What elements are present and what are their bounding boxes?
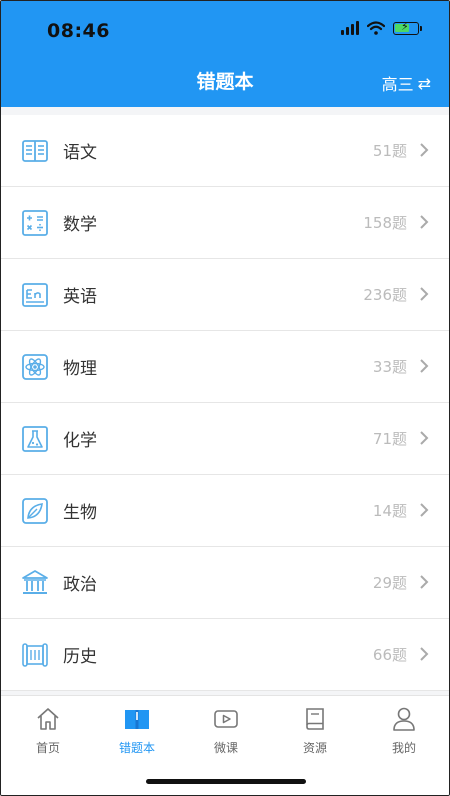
subject-name: 政治 [63, 575, 97, 595]
chevron-right-icon [420, 359, 429, 373]
grade-switch-button[interactable]: 高三 ⇄ [382, 71, 431, 95]
tab-mine[interactable]: 我的 [359, 706, 449, 762]
tab-resources[interactable]: 资源 [270, 706, 360, 762]
subject-name: 化学 [63, 431, 97, 451]
grade-label: 高三 [381, 75, 414, 94]
chevron-right-icon [420, 143, 429, 157]
subject-count: 33题 [372, 358, 407, 376]
subject-name: 生物 [63, 503, 97, 523]
home-indicator [146, 779, 306, 784]
subject-count: 236题 [363, 286, 407, 304]
math-operators-icon [22, 210, 48, 236]
subject-row-history[interactable]: 历史 66题 [1, 619, 449, 691]
subject-name: 物理 [63, 359, 97, 379]
subject-count: 158题 [363, 214, 407, 232]
subject-count: 29题 [372, 574, 407, 592]
leaf-icon [22, 498, 48, 524]
tab-home[interactable]: 首页 [3, 706, 93, 762]
switch-icon: ⇄ [417, 73, 431, 93]
scroll-icon [22, 643, 48, 667]
tab-label: 首页 [35, 741, 60, 755]
en-letters-icon [22, 283, 48, 307]
tab-micro-lesson[interactable]: 微课 [181, 706, 271, 762]
app-frame: 08:46 ⚡ 错题本 高三 ⇄ 语文 51题 数学 158题 英语 236题 … [0, 0, 450, 796]
subject-row-biology[interactable]: 生物 14题 [1, 475, 449, 547]
subject-count: 71题 [372, 430, 407, 448]
battery-icon: ⚡ [393, 20, 422, 35]
signal-icon [341, 21, 359, 35]
chevron-right-icon [420, 647, 429, 661]
subject-name: 历史 [63, 647, 97, 667]
chevron-right-icon [420, 431, 429, 445]
video-play-icon [214, 710, 238, 728]
subject-count: 51题 [372, 142, 407, 160]
subject-count: 66题 [372, 646, 407, 664]
status-time: 08:46 [47, 20, 110, 42]
wifi-icon [367, 21, 385, 35]
subject-list: 语文 51题 数学 158题 英语 236题 物理 33题 化学 71题 生物 … [1, 115, 449, 691]
flask-icon [22, 426, 48, 452]
status-icons: ⚡ [341, 20, 422, 35]
chevron-right-icon [420, 503, 429, 517]
tab-label: 微课 [213, 741, 238, 755]
subject-row-math[interactable]: 数学 158题 [1, 187, 449, 259]
tab-label: 错题本 [118, 741, 155, 755]
resource-book-icon [306, 708, 324, 730]
book-columns-icon [22, 140, 48, 162]
header: 08:46 ⚡ 错题本 高三 ⇄ [1, 1, 449, 107]
subject-row-physics[interactable]: 物理 33题 [1, 331, 449, 403]
person-icon [393, 707, 415, 731]
subject-row-politics[interactable]: 政治 29题 [1, 547, 449, 619]
chevron-right-icon [420, 215, 429, 229]
subject-name: 英语 [63, 287, 97, 307]
subject-row-chinese[interactable]: 语文 51题 [1, 115, 449, 187]
subject-name: 语文 [63, 143, 97, 163]
chevron-right-icon [420, 287, 429, 301]
tab-mistake-book[interactable]: 错题本 [92, 706, 182, 762]
home-icon [37, 708, 59, 730]
tab-label: 我的 [391, 741, 416, 755]
tab-label: 资源 [302, 741, 327, 755]
open-book-icon [125, 710, 149, 729]
chevron-right-icon [420, 575, 429, 589]
subject-row-english[interactable]: 英语 236题 [1, 259, 449, 331]
subject-name: 数学 [63, 215, 97, 235]
atom-icon [22, 354, 48, 380]
subject-row-chemistry[interactable]: 化学 71题 [1, 403, 449, 475]
subject-count: 14题 [372, 502, 407, 520]
building-icon [22, 570, 48, 594]
